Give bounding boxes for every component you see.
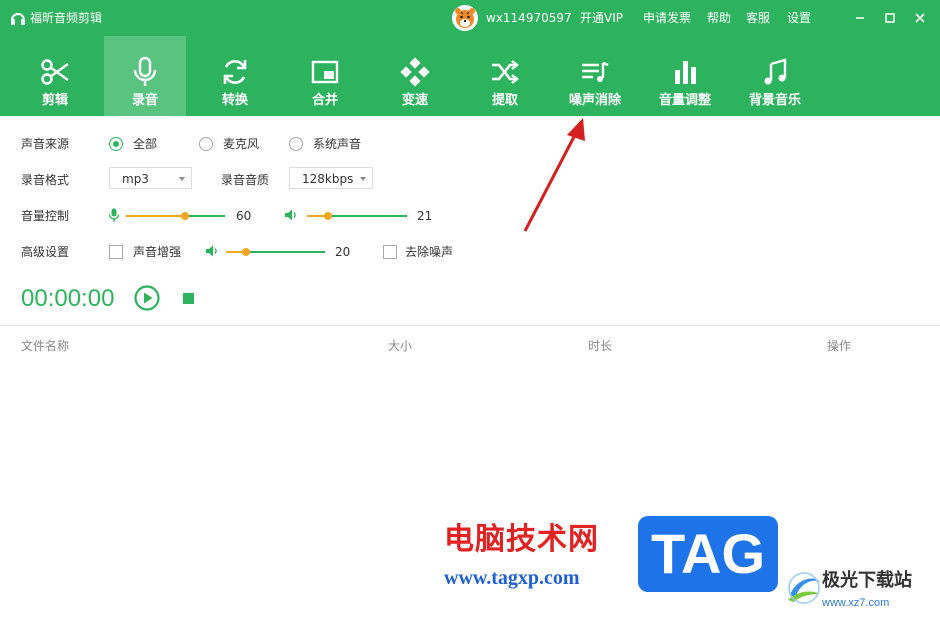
main-toolbar: 剪辑 录音 转换 合并 变速 提取 噪声消除 音量调整 背景音乐: [0, 36, 940, 116]
advanced-label: 高级设置: [21, 245, 70, 259]
app-header: 福昕音频剪辑 wx114970597 开通VIP 申请发票 帮助 客服 设置 剪…: [0, 0, 940, 116]
source-all-label[interactable]: 全部: [133, 136, 157, 152]
source-system-label[interactable]: 系统声音: [313, 136, 361, 152]
tool-volume-adjust[interactable]: 音量调整: [644, 36, 726, 116]
mic-volume-value: 60: [236, 209, 252, 223]
enhance-checkbox[interactable]: [109, 245, 123, 259]
title-bar: 福昕音频剪辑 wx114970597 开通VIP 申请发票 帮助 客服 设置: [0, 0, 940, 36]
watermark-text: 电脑技术网: [444, 522, 599, 557]
source-all-radio[interactable]: [109, 137, 123, 151]
tool-noise-removal[interactable]: 噪声消除: [554, 36, 636, 116]
denoise-checkbox[interactable]: [383, 245, 397, 259]
tiger-avatar-icon: [452, 5, 478, 31]
music-note-icon: [764, 58, 787, 85]
shuffle-icon: [492, 60, 519, 84]
source-mic-label[interactable]: 麦克风: [223, 136, 259, 152]
tool-label: 录音: [131, 93, 158, 108]
microphone-icon: [133, 56, 157, 86]
divider: [0, 325, 940, 326]
speaker-icon: [206, 245, 217, 257]
col-actions: 操作: [827, 339, 852, 353]
format-value: mp3: [122, 172, 149, 186]
music-list-icon: [582, 61, 609, 82]
maximize-icon[interactable]: [882, 10, 898, 26]
play-icon[interactable]: [134, 285, 160, 311]
tool-label: 合并: [311, 93, 338, 108]
refresh-icon: [223, 60, 247, 84]
speaker-volume-value: 21: [417, 209, 433, 223]
format-select[interactable]: mp3: [109, 167, 192, 189]
denoise-label[interactable]: 去除噪声: [405, 244, 453, 260]
minimize-icon[interactable]: [852, 10, 868, 26]
col-size: 大小: [388, 339, 413, 353]
mic-volume-knob[interactable]: [181, 212, 190, 220]
tool-label: 剪辑: [41, 93, 68, 108]
aurora-logo-icon: [788, 572, 820, 604]
enhance-slider[interactable]: [226, 248, 325, 256]
help-link[interactable]: 帮助: [707, 10, 731, 26]
speaker-volume-knob[interactable]: [324, 212, 332, 220]
watermark-site-name: 极光下载站: [822, 570, 912, 591]
watermark-site-url: www.xz7.com: [822, 597, 890, 609]
speaker-icon: [285, 209, 296, 221]
enhance-knob[interactable]: [241, 248, 250, 256]
format-label: 录音格式: [21, 173, 70, 187]
tool-label: 背景音乐: [748, 93, 801, 108]
source-system-radio[interactable]: [289, 137, 303, 151]
record-timer: 00:00:00: [21, 285, 115, 312]
watermark-tag-badge: TAG: [638, 516, 778, 592]
tool-label: 噪声消除: [568, 93, 621, 108]
picture-in-picture-icon: [311, 60, 339, 84]
tool-merge[interactable]: 合并: [284, 36, 366, 116]
diamond-dots-icon: [400, 57, 430, 87]
avatar[interactable]: [452, 5, 478, 31]
source-mic-radio[interactable]: [199, 137, 213, 151]
open-vip-link[interactable]: 开通VIP: [580, 10, 623, 26]
red-arrow-icon: [523, 118, 585, 232]
col-file-name: 文件名称: [21, 339, 70, 353]
username[interactable]: wx114970597: [486, 10, 572, 26]
tool-cut[interactable]: 剪辑: [14, 36, 96, 116]
tool-record[interactable]: 录音: [104, 36, 186, 116]
tool-background-music[interactable]: 背景音乐: [734, 36, 816, 116]
col-duration: 时长: [588, 339, 613, 353]
source-label: 声音来源: [21, 137, 70, 151]
quality-select[interactable]: 128kbps: [289, 167, 373, 189]
settings-link[interactable]: 设置: [787, 10, 811, 26]
scissors-icon: [41, 59, 69, 85]
quality-value: 128kbps: [302, 172, 354, 186]
tool-extract[interactable]: 提取: [464, 36, 546, 116]
tool-label: 音量调整: [658, 93, 711, 108]
chevron-down-icon: [360, 177, 366, 181]
mic-volume-fill: [126, 215, 186, 217]
request-invoice-link[interactable]: 申请发票: [643, 10, 691, 26]
enhance-label[interactable]: 声音增强: [133, 244, 181, 260]
tool-label: 提取: [491, 93, 518, 108]
bar-chart-icon: [675, 61, 696, 84]
tool-speed[interactable]: 变速: [374, 36, 456, 116]
stop-icon[interactable]: [183, 293, 194, 304]
watermark-url: www.tagxp.com: [444, 567, 580, 589]
app-title: 福昕音频剪辑: [30, 11, 103, 25]
speaker-volume-slider[interactable]: [307, 212, 407, 220]
mic-volume-slider[interactable]: [126, 212, 225, 220]
close-icon[interactable]: [912, 10, 928, 26]
volume-label: 音量控制: [21, 209, 70, 223]
microphone-icon: [108, 208, 120, 222]
customer-service-link[interactable]: 客服: [746, 10, 770, 26]
quality-label: 录音音质: [221, 173, 270, 187]
tool-convert[interactable]: 转换: [194, 36, 276, 116]
headphones-logo-icon: [11, 13, 25, 25]
tool-label: 转换: [221, 93, 248, 108]
tool-label: 变速: [401, 93, 428, 108]
enhance-value: 20: [335, 245, 351, 259]
chevron-down-icon: [179, 177, 185, 181]
